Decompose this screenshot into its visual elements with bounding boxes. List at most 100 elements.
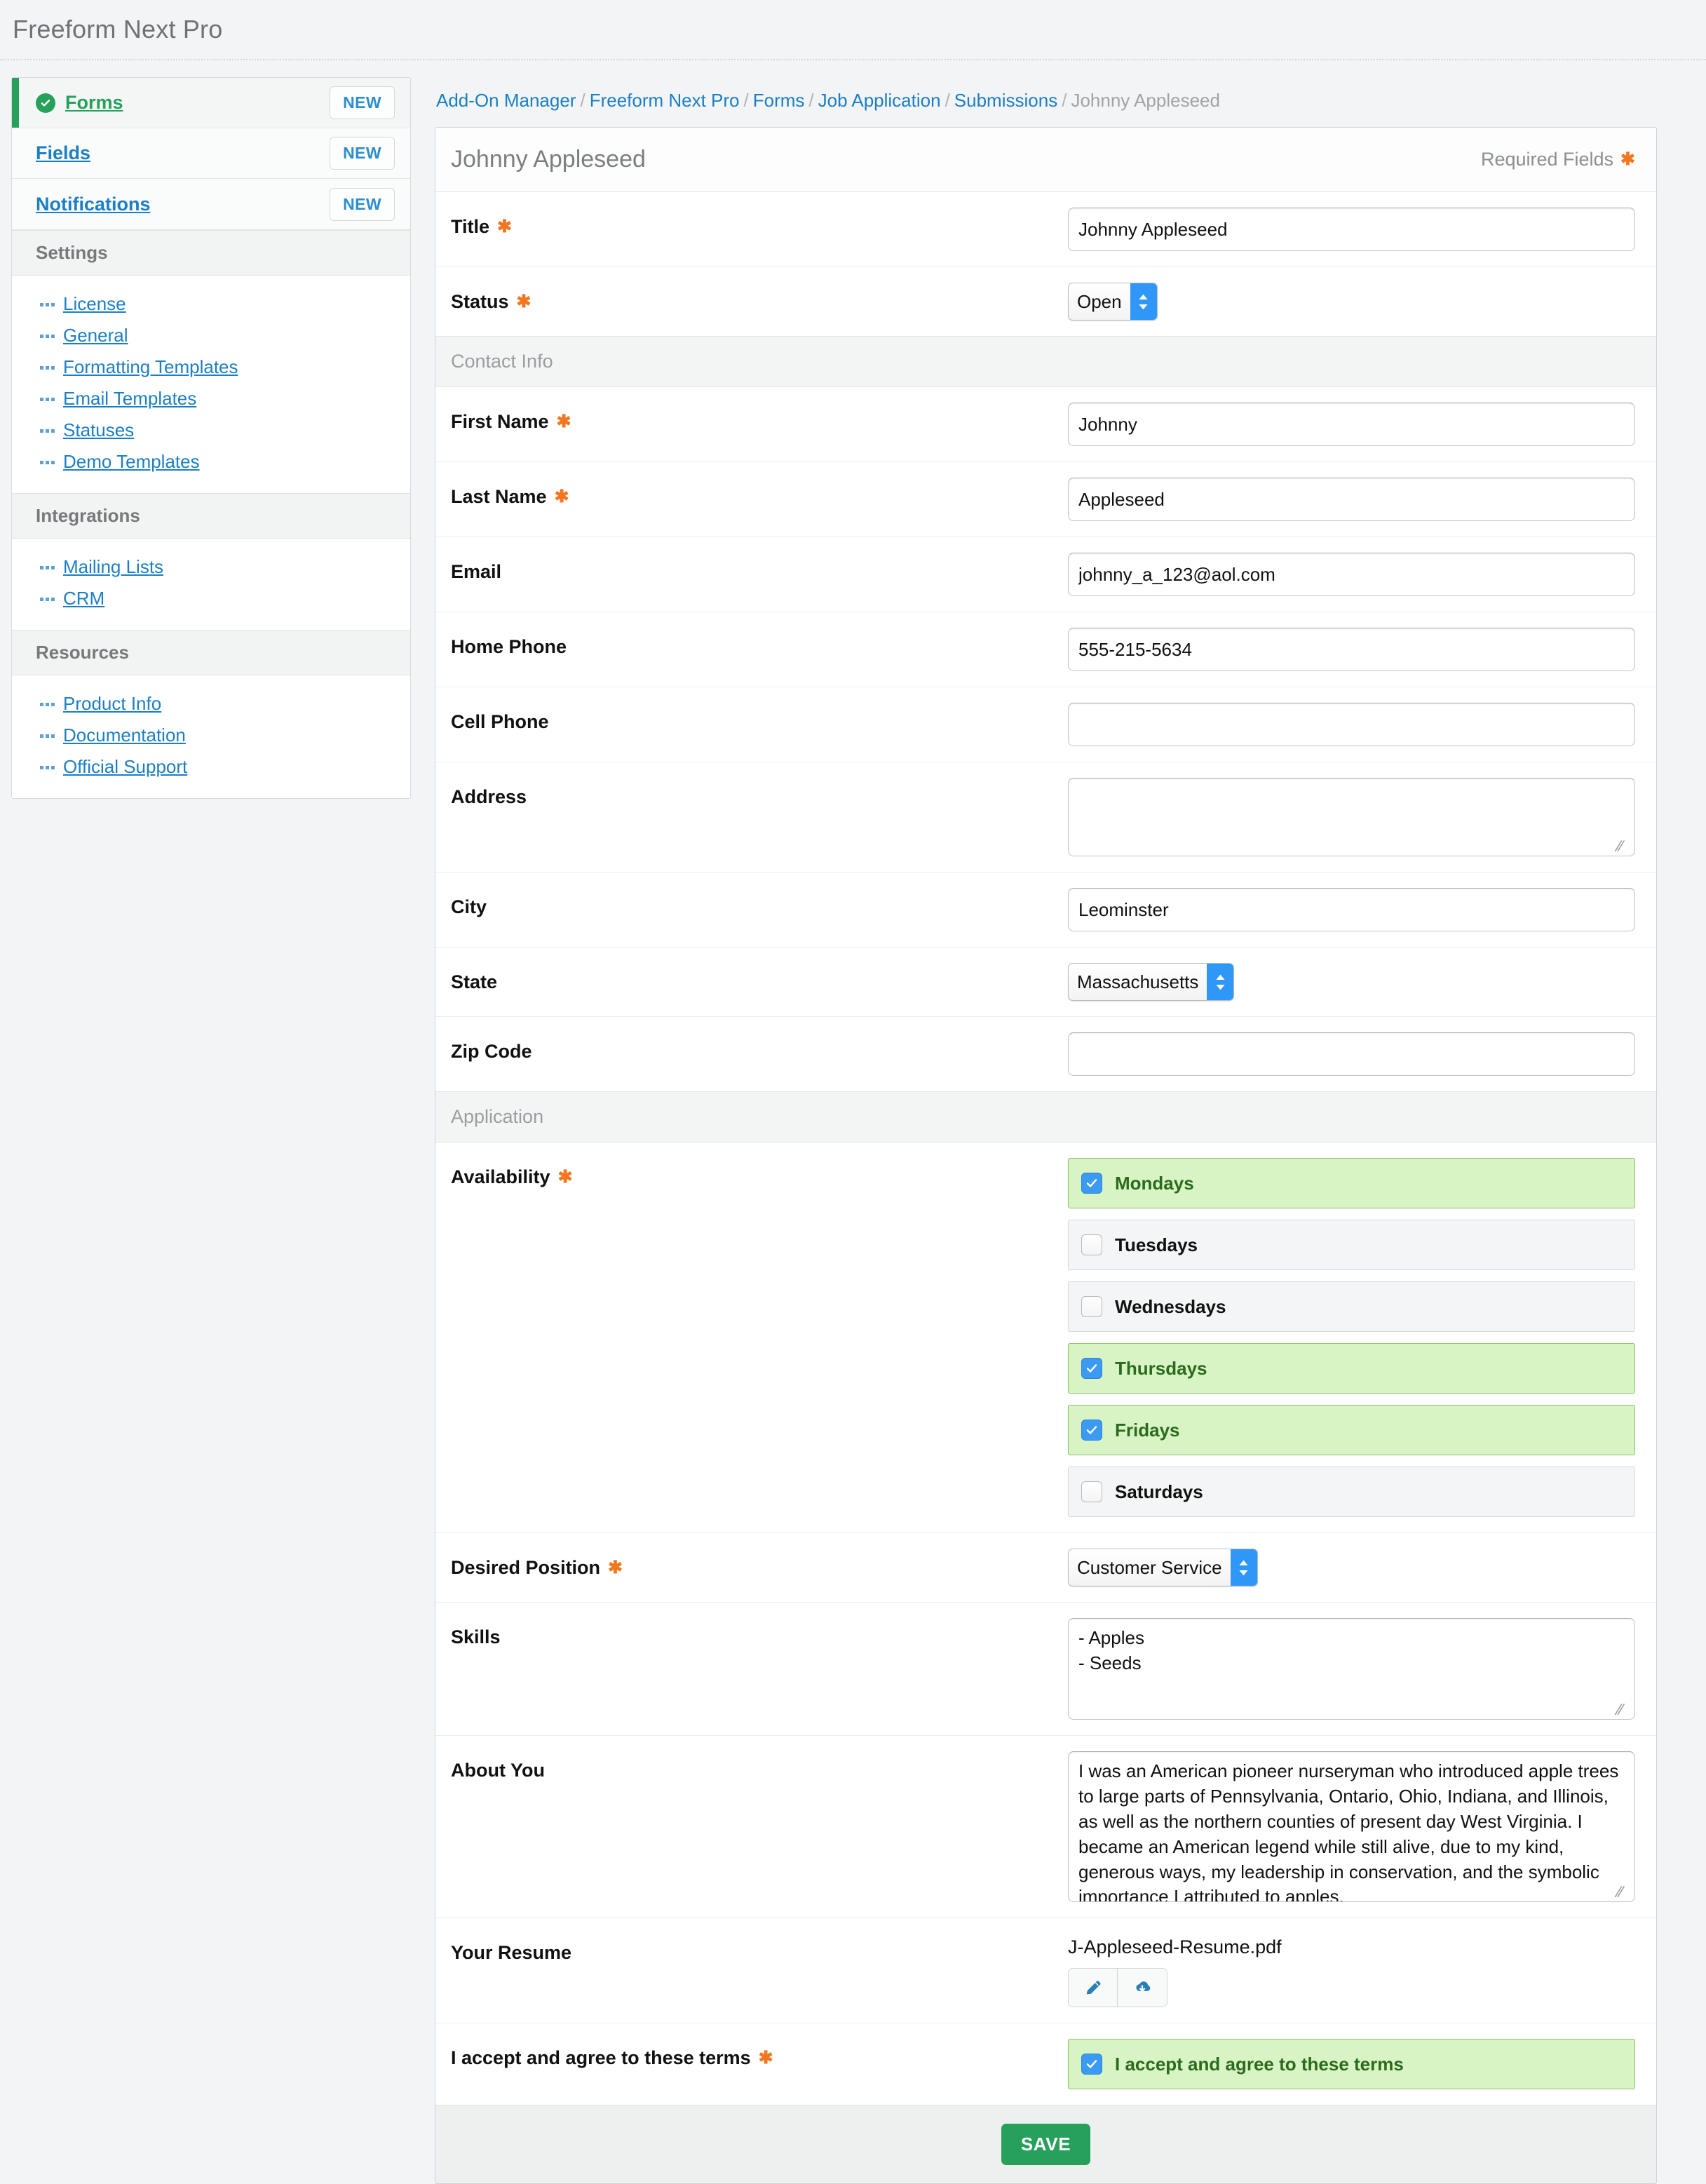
checkbox-unchecked-icon[interactable]	[1081, 1481, 1102, 1502]
availability-option-mondays[interactable]: Mondays	[1068, 1158, 1635, 1208]
checkbox-checked-icon[interactable]	[1081, 2054, 1102, 2075]
sidebar-link-product-info-label[interactable]: Product Info	[63, 693, 161, 715]
availability-option-fridays-label: Fridays	[1115, 1419, 1180, 1441]
cell-phone-input[interactable]	[1068, 703, 1635, 746]
sidebar-link-general[interactable]: General	[40, 320, 398, 351]
save-button[interactable]: SAVE	[1001, 2124, 1091, 2165]
sidebar-group-integrations: Mailing Lists CRM	[12, 539, 410, 630]
sidebar-link-official-support[interactable]: Official Support	[40, 751, 398, 783]
checkbox-checked-icon[interactable]	[1081, 1420, 1102, 1441]
availability-option-wednesdays[interactable]: Wednesdays	[1068, 1281, 1635, 1332]
field-label-terms-text: I accept and agree to these terms	[451, 2047, 751, 2068]
sidebar-item-fields-label: Fields	[36, 142, 91, 163]
field-row-address: Address ⁄⁄	[435, 762, 1656, 872]
title-input[interactable]	[1068, 208, 1635, 251]
sidebar-link-mailing-lists[interactable]: Mailing Lists	[40, 551, 398, 583]
address-textarea[interactable]	[1068, 778, 1635, 856]
field-label-email: Email	[451, 553, 1068, 583]
field-label-about-you-text: About You	[451, 1760, 545, 1781]
availability-option-tuesdays[interactable]: Tuesdays	[1068, 1220, 1635, 1270]
main-content: Add-On Manager / Freeform Next Pro / Forms / J…	[411, 77, 1706, 2184]
sidebar-link-mailing-lists-label[interactable]: Mailing Lists	[63, 556, 163, 578]
notifications-new-button[interactable]: NEW	[330, 187, 395, 221]
checkbox-checked-icon[interactable]	[1081, 1173, 1102, 1194]
first-name-input[interactable]	[1068, 403, 1635, 446]
sidebar-link-general-label[interactable]: General	[63, 325, 128, 346]
sidebar-link-statuses[interactable]: Statuses	[40, 414, 398, 446]
desired-position-select[interactable]: Customer Service	[1068, 1549, 1258, 1586]
skills-textarea[interactable]: - Apples - Seeds	[1068, 1618, 1635, 1720]
field-label-address-text: Address	[451, 786, 527, 807]
bullet-dots-icon	[40, 428, 55, 433]
pencil-icon[interactable]	[1069, 1969, 1118, 2007]
field-label-terms: I accept and agree to these terms ✱	[451, 2039, 1068, 2069]
availability-option-fridays[interactable]: Fridays	[1068, 1405, 1635, 1455]
field-row-desired-position: Desired Position ✱ Customer Service	[435, 1533, 1656, 1603]
breadcrumb-item-job-application[interactable]: Job Application	[818, 90, 941, 111]
field-label-about-you: About You	[451, 1751, 1068, 1781]
field-label-zip-code: Zip Code	[451, 1032, 1068, 1063]
field-label-desired-position: Desired Position ✱	[451, 1549, 1068, 1579]
sidebar-link-product-info[interactable]: Product Info	[40, 688, 398, 720]
field-row-cell-phone: Cell Phone	[435, 687, 1656, 762]
status-select[interactable]: Open	[1068, 283, 1158, 321]
sidebar-item-notifications[interactable]: Notifications NEW	[12, 179, 410, 229]
chevron-updown-icon	[1230, 1549, 1257, 1586]
sidebar-item-fields-left: Fields	[25, 142, 90, 164]
sidebar-link-documentation-label[interactable]: Documentation	[63, 724, 186, 746]
sidebar-link-crm-label[interactable]: CRM	[63, 588, 104, 609]
field-label-status: Status ✱	[451, 283, 1068, 313]
sidebar-link-formatting-templates-label[interactable]: Formatting Templates	[63, 356, 238, 378]
sidebar-item-fields[interactable]: Fields NEW	[12, 128, 410, 179]
forms-new-button[interactable]: NEW	[330, 86, 395, 119]
cloud-download-icon[interactable]	[1118, 1969, 1167, 2007]
breadcrumb-item-add-on-manager[interactable]: Add-On Manager	[436, 90, 576, 111]
breadcrumb-item-submissions[interactable]: Submissions	[954, 90, 1057, 111]
city-input[interactable]	[1068, 888, 1635, 931]
sidebar-link-formatting-templates[interactable]: Formatting Templates	[40, 351, 398, 383]
fields-new-button[interactable]: NEW	[330, 137, 395, 170]
field-control-email	[1068, 553, 1635, 596]
checkbox-checked-icon[interactable]	[1081, 1358, 1102, 1379]
field-label-first-name-text: First Name	[451, 411, 549, 432]
sidebar-link-statuses-label[interactable]: Statuses	[63, 419, 134, 441]
sidebar-link-license-label[interactable]: License	[63, 293, 126, 315]
sidebar-link-email-templates[interactable]: Email Templates	[40, 383, 398, 414]
terms-option[interactable]: I accept and agree to these terms	[1068, 2039, 1635, 2089]
panel-footer: SAVE	[435, 2105, 1656, 2183]
sidebar-link-demo-templates-label[interactable]: Demo Templates	[63, 451, 200, 473]
breadcrumb-item-freeform-next-pro[interactable]: Freeform Next Pro	[590, 90, 740, 111]
sidebar-group-settings: License General Formatting Templates Ema…	[12, 276, 410, 493]
field-label-title: Title ✱	[451, 208, 1068, 238]
app-header: Freeform Next Pro	[0, 0, 1706, 60]
last-name-input[interactable]	[1068, 478, 1635, 521]
sidebar-link-demo-templates[interactable]: Demo Templates	[40, 446, 398, 478]
page-title: Johnny Appleseed	[451, 146, 646, 173]
sidebar-link-email-templates-label[interactable]: Email Templates	[63, 388, 196, 410]
home-phone-input[interactable]	[1068, 628, 1635, 671]
sidebar: Forms NEW Fields NEW Notifications NEW S…	[11, 77, 411, 799]
check-circle-icon	[36, 93, 55, 113]
field-label-address: Address	[451, 778, 1068, 808]
checkbox-unchecked-icon[interactable]	[1081, 1234, 1102, 1255]
bullet-dots-icon	[40, 459, 55, 464]
email-input[interactable]	[1068, 553, 1635, 596]
about-you-textarea[interactable]: I was an American pioneer nurseryman who…	[1068, 1751, 1635, 1902]
availability-option-tuesdays-label: Tuesdays	[1115, 1234, 1198, 1255]
availability-option-saturdays[interactable]: Saturdays	[1068, 1467, 1635, 1517]
state-select[interactable]: Massachusetts	[1068, 963, 1235, 1001]
sidebar-link-crm[interactable]: CRM	[40, 583, 398, 614]
sidebar-item-forms[interactable]: Forms NEW	[12, 78, 410, 128]
availability-option-thursdays-label: Thursdays	[1115, 1357, 1207, 1379]
sidebar-link-license[interactable]: License	[40, 288, 398, 320]
sidebar-item-forms-label: Forms	[65, 92, 123, 113]
zip-code-input[interactable]	[1068, 1032, 1635, 1076]
field-label-resume-text: Your Resume	[451, 1942, 572, 1963]
sidebar-link-documentation[interactable]: Documentation	[40, 720, 398, 751]
field-row-state: State Massachusetts	[435, 948, 1656, 1017]
checkbox-unchecked-icon[interactable]	[1081, 1296, 1102, 1317]
breadcrumb-item-forms[interactable]: Forms	[753, 90, 805, 111]
field-row-skills: Skills - Apples - Seeds ⁄⁄	[435, 1603, 1656, 1736]
sidebar-link-official-support-label[interactable]: Official Support	[63, 756, 187, 778]
availability-option-thursdays[interactable]: Thursdays	[1068, 1343, 1635, 1394]
